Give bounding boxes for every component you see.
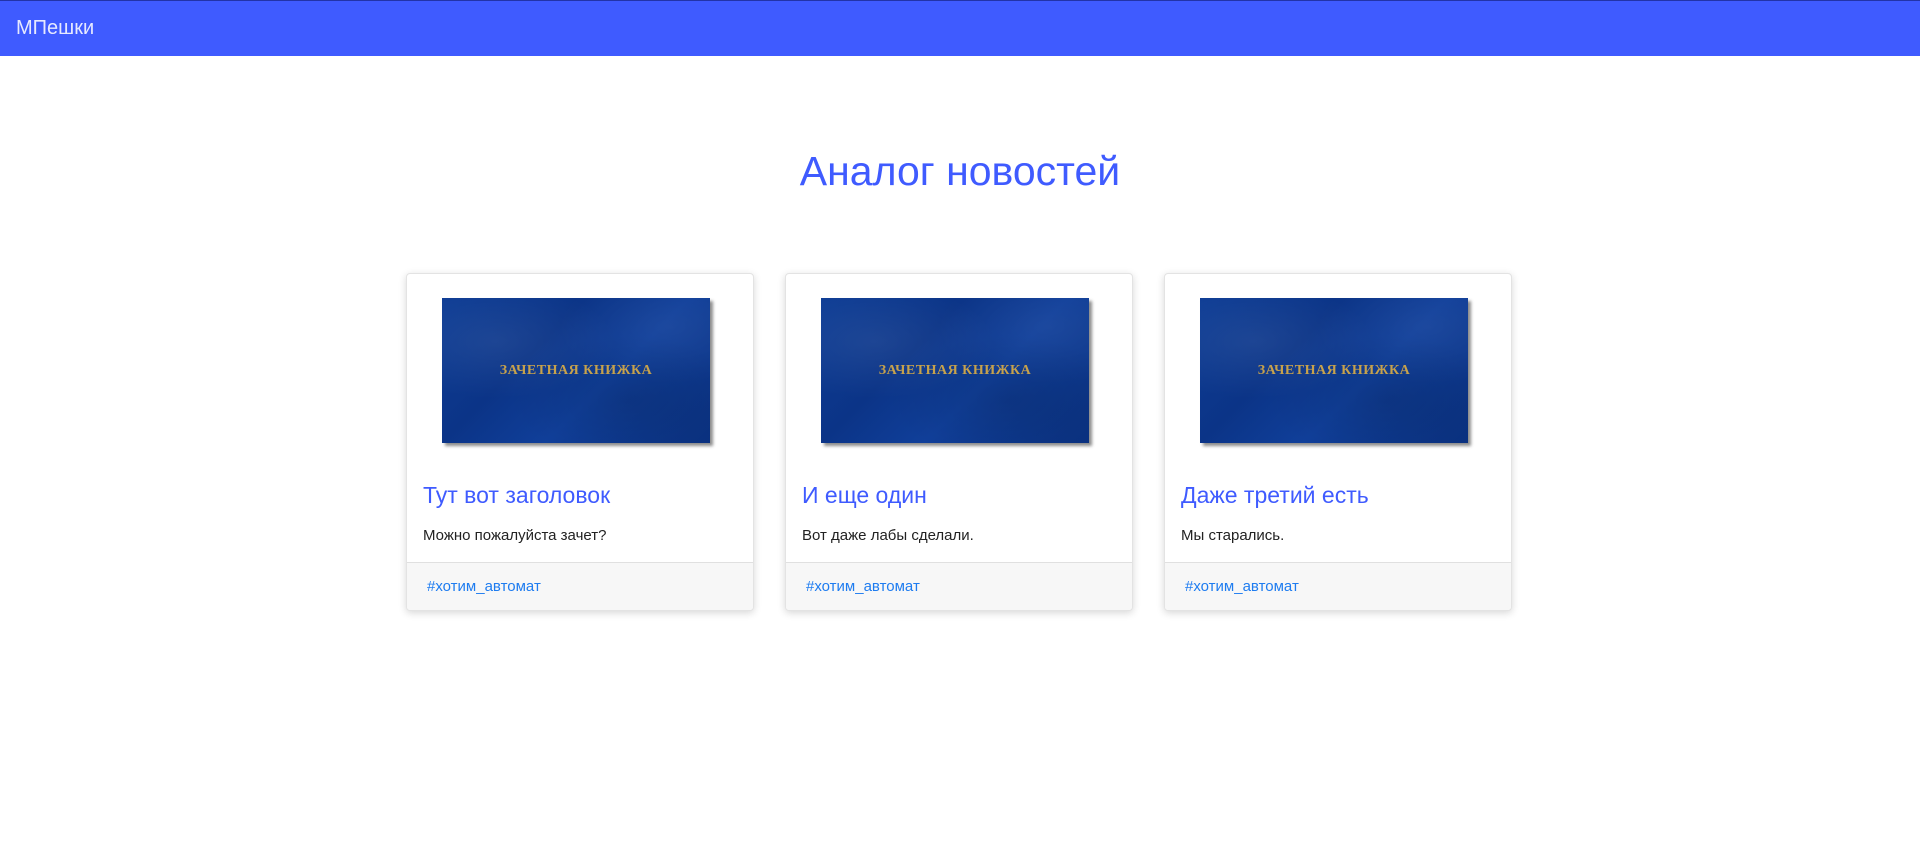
card-text: Мы старались.: [1181, 527, 1285, 544]
record-book-label: ЗАЧЕТНАЯ КНИЖКА: [878, 362, 1032, 378]
record-book-label: ЗАЧЕТНАЯ КНИЖКА: [1257, 362, 1411, 378]
card-footer: #хотим_автомат: [1165, 562, 1511, 610]
brand-link[interactable]: МПешки: [16, 17, 94, 40]
record-book-image: ЗАЧЕТНАЯ КНИЖКА: [1200, 298, 1468, 443]
news-card: ЗАЧЕТНАЯ КНИЖКА И еще один Вот даже лабы…: [785, 273, 1133, 611]
card-text: Можно пожалуйста зачет?: [423, 527, 607, 544]
news-card: ЗАЧЕТНАЯ КНИЖКА Даже третий есть Мы стар…: [1164, 273, 1512, 611]
navbar: МПешки: [0, 0, 1920, 56]
card-title: Даже третий есть: [1181, 482, 1369, 508]
tag-link[interactable]: #хотим_автомат: [1185, 578, 1299, 595]
card-footer: #хотим_автомат: [407, 562, 753, 610]
tag-link[interactable]: #хотим_автомат: [806, 578, 920, 595]
record-book-image: ЗАЧЕТНАЯ КНИЖКА: [442, 298, 710, 443]
card-title: И еще один: [802, 482, 927, 508]
news-cards: ЗАЧЕТНАЯ КНИЖКА Тут вот заголовок Можно …: [406, 273, 1512, 611]
record-book-image: ЗАЧЕТНАЯ КНИЖКА: [821, 298, 1089, 443]
tag-link[interactable]: #хотим_автомат: [427, 578, 541, 595]
record-book-label: ЗАЧЕТНАЯ КНИЖКА: [499, 362, 653, 378]
news-card: ЗАЧЕТНАЯ КНИЖКА Тут вот заголовок Можно …: [406, 273, 754, 611]
card-text: Вот даже лабы сделали.: [802, 527, 974, 544]
page-title: Аналог новостей: [799, 148, 1121, 194]
card-footer: #хотим_автомат: [786, 562, 1132, 610]
card-title: Тут вот заголовок: [423, 482, 611, 508]
